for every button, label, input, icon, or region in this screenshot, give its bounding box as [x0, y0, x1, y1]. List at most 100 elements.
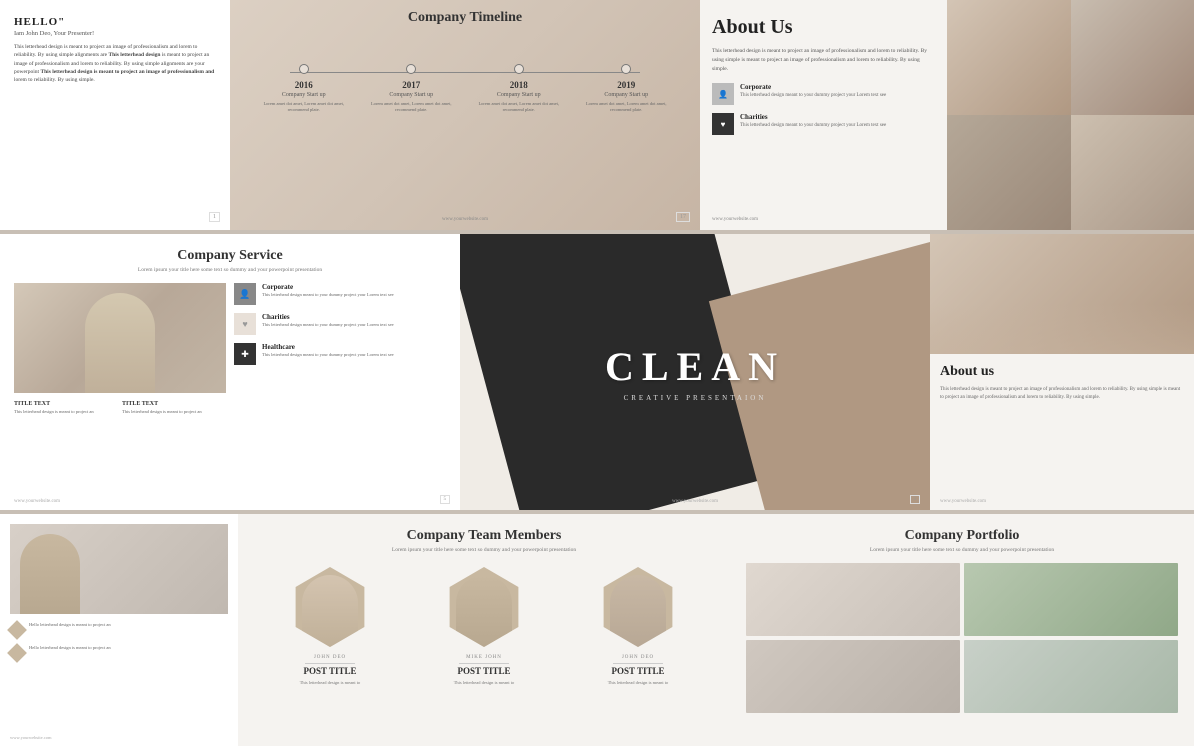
service-bottom-item-1: TITLE TEXT This letterhead design is mea…	[14, 401, 118, 415]
timeline-item-body-1: Lorem amet dot amet, Lorem amet dot amet…	[259, 101, 349, 114]
timeline-item-4: 2019 Company Start up Lorem amet dot ame…	[581, 64, 671, 114]
slide-small-left: Hello letterhead design is meant to proj…	[0, 514, 238, 746]
timeline-title-normal: Company	[408, 10, 470, 25]
person-icon: 👤	[718, 90, 728, 99]
portfolio-title-normal: Company	[905, 528, 967, 543]
charities-text: Charities This letterhead design meant t…	[740, 113, 886, 129]
team-name-2: MIKE JOHN	[466, 655, 502, 660]
timeline-year-3: 2018	[510, 80, 528, 90]
team-name-1: JOHN DEO	[314, 655, 346, 660]
small-photo-person	[20, 534, 80, 614]
team-desc: Lorem ipsum your title here some text so…	[258, 547, 710, 553]
timeline-title: Company Timeline	[250, 10, 680, 26]
team-member-1: JOHN DEO POST TITLE This letterhead desi…	[258, 567, 402, 686]
slide-team: Company Team Members Lorem ipsum your ti…	[238, 514, 730, 746]
about-sm-desc: This letterhead design is meant to proje…	[940, 386, 1184, 401]
team-divider-2	[459, 663, 509, 664]
service-item-title-1: TITLE TEXT	[14, 401, 118, 407]
corporate-title: Corporate	[740, 83, 886, 91]
about-sm-website: www.yourwebsite.com	[940, 499, 986, 504]
team-body-3: This letterhead design is meant to	[608, 680, 669, 686]
team-members: JOHN DEO POST TITLE This letterhead desi…	[258, 567, 710, 686]
timeline-item-title-3: Company Start up	[497, 92, 541, 98]
row-3: Hello letterhead design is meant to proj…	[0, 510, 1194, 746]
team-avatar-figure-2	[456, 575, 512, 647]
person-icon: 👤	[239, 289, 250, 300]
hello-subtitle: Iam John Deo, Your Presenter!	[14, 30, 216, 37]
service-healthcare-icon: ✚	[234, 343, 256, 365]
service-website: www.yourwebsite.com	[14, 499, 60, 504]
service-charities-desc: This letterhead design meant to your dum…	[262, 322, 394, 328]
service-content: TITLE TEXT This letterhead design is mea…	[14, 283, 446, 415]
slide-about-us: About Us This letterhead design is meant…	[700, 0, 1194, 230]
service-healthcare-item: ✚ Healthcare This letterhead design mean…	[234, 343, 446, 365]
corporate-text: Corporate This letterhead design meant t…	[740, 83, 886, 99]
row-1: HELLO" Iam John Deo, Your Presenter! Thi…	[0, 0, 1194, 230]
timeline-content: Company Timeline 2016 Company Start up L…	[230, 0, 700, 124]
small-item-body-2: Hello letterhead design is meant to proj…	[29, 645, 111, 651]
portfolio-image-4	[964, 640, 1178, 713]
timeline-page: 17	[676, 212, 690, 222]
hello-title: HELLO"	[14, 16, 216, 28]
slide-about-small: About us This letterhead design is meant…	[930, 234, 1194, 510]
timeline-year-1: 2016	[295, 80, 313, 90]
team-divider-1	[305, 663, 355, 664]
timeline-website: www.yourwebsite.com	[442, 217, 488, 222]
timeline-title-bold: Timeline	[469, 10, 522, 25]
corporate-icon-box: 👤	[712, 83, 734, 105]
service-left: TITLE TEXT This letterhead design is mea…	[14, 283, 226, 415]
team-name-3: JOHN DEO	[622, 655, 654, 660]
slide-service: Company Service Lorem ipsum your title h…	[0, 234, 460, 510]
clean-page: 3	[910, 495, 921, 504]
about-right-images	[947, 0, 1194, 230]
team-avatar-inner-1	[290, 567, 370, 647]
clean-website: www.yourwebsite.com	[672, 499, 718, 504]
portfolio-title-bold: Portfolio	[966, 528, 1019, 543]
portfolio-image-1	[746, 563, 960, 636]
slide-hello: HELLO" Iam John Deo, Your Presenter! Thi…	[0, 0, 230, 230]
clean-subtitle: CREATIVE PRESENTAION	[605, 394, 785, 402]
service-corporate-item: 👤 Corporate This letterhead design meant…	[234, 283, 446, 305]
timeline-item-body-4: Lorem amet dot amet, Lorem amet dot amet…	[581, 101, 671, 114]
service-item-body-1: This letterhead design is meant to proje…	[14, 409, 118, 415]
charities-title: Charities	[740, 113, 886, 121]
service-title-bold: Service	[239, 248, 283, 263]
service-healthcare-text: Healthcare This letterhead design meant …	[262, 343, 394, 358]
timeline-dot-1	[299, 64, 309, 74]
service-right: 👤 Corporate This letterhead design meant…	[234, 283, 446, 415]
team-title-normal: Company	[407, 528, 469, 543]
service-photo	[14, 283, 226, 393]
timeline-item-title-2: Company Start up	[389, 92, 433, 98]
charities-desc: This letterhead design meant to your dum…	[740, 122, 886, 129]
service-charities-text: Charities This letterhead design meant t…	[262, 313, 394, 328]
team-avatar-figure-1	[302, 575, 358, 647]
timeline-item-body-3: Lorem amet dot amet, Lorem amet dot amet…	[474, 101, 564, 114]
team-post-3: POST TITLE	[612, 666, 665, 676]
plus-icon: ✚	[241, 349, 249, 360]
service-charities-icon: ♥	[234, 313, 256, 335]
service-corporate-desc: This letterhead design meant to your dum…	[262, 292, 394, 298]
small-item-2: Hello letterhead design is meant to proj…	[10, 645, 228, 660]
timeline-item-2: 2017 Company Start up Lorem amet dot ame…	[366, 64, 456, 114]
team-title: Company Team Members	[258, 528, 710, 544]
service-item-title-2: TITLE TEXT	[122, 401, 226, 407]
service-healthcare-desc: This letterhead design meant to your dum…	[262, 352, 394, 358]
service-corporate-icon: 👤	[234, 283, 256, 305]
about-image-2	[1071, 0, 1194, 115]
service-healthcare-title: Healthcare	[262, 343, 394, 351]
about-website: www.yourwebsite.com	[712, 217, 758, 222]
service-corporate-text: Corporate This letterhead design meant t…	[262, 283, 394, 298]
portfolio-grid	[746, 563, 1178, 713]
service-item-body-2: This letterhead design is meant to proje…	[122, 409, 226, 415]
small-item-text-2: Hello letterhead design is meant to proj…	[29, 645, 111, 651]
about-corporate-item: 👤 Corporate This letterhead design meant…	[712, 83, 935, 105]
team-title-bold: Team Members	[468, 528, 561, 543]
about-charities-item: ♥ Charities This letterhead design meant…	[712, 113, 935, 135]
diamond-icon-1	[7, 620, 27, 640]
timeline-year-2: 2017	[402, 80, 420, 90]
about-image-4	[1071, 115, 1194, 230]
service-charities-title: Charities	[262, 313, 394, 321]
team-post-1: POST TITLE	[304, 666, 357, 676]
team-avatar-inner-3	[598, 567, 678, 647]
timeline-item-title-4: Company Start up	[604, 92, 648, 98]
